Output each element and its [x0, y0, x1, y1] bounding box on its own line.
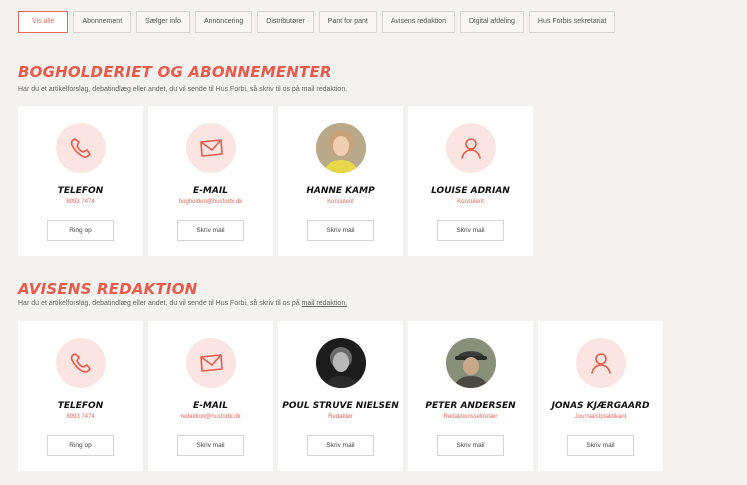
filter-avisens-redaktion[interactable]: Avisens redaktion — [381, 11, 455, 33]
section-title-bogholderiet: Bogholderiet og abonnementer — [18, 63, 332, 81]
write-mail-button[interactable]: Skriv mail — [567, 435, 634, 456]
card-email-address[interactable]: bogholderi@husforbi.dk — [179, 199, 242, 205]
contact-card-poul-struve-nielsen: Poul Struve Nielsen Redaktør Skriv mail — [278, 321, 403, 471]
contact-card-email: E-mail redaktion@husforbi.dk Skriv mail — [148, 321, 273, 471]
filter-distributoerer[interactable]: Distributører — [257, 11, 314, 33]
filter-saelger-info[interactable]: Sælger info — [136, 11, 190, 33]
filter-sekretariat[interactable]: Hus Forbis sekretariat — [528, 11, 616, 33]
card-role: Redaktør — [328, 414, 353, 420]
write-mail-button[interactable]: Skriv mail — [177, 220, 244, 241]
card-name: Poul Struve Nielsen — [282, 401, 399, 411]
filter-annoncering[interactable]: Annoncering — [194, 11, 253, 33]
write-mail-button[interactable]: Skriv mail — [437, 220, 504, 241]
section-title-avisens-redaktion: Avisens redaktion — [18, 280, 198, 298]
card-name: Jonas Kjærgaard — [551, 401, 650, 411]
avatar — [315, 123, 366, 173]
subtitle-text: Har du et artikelforslag, debatindlæg el… — [18, 300, 302, 307]
card-name: Telefon — [57, 401, 104, 411]
contact-card-jonas-kjaergaard: Jonas Kjærgaard Journalistpraktikant Skr… — [538, 321, 663, 471]
mail-icon — [185, 123, 236, 173]
card-name: E-mail — [193, 401, 228, 411]
card-role: Journalistpraktikant — [574, 414, 627, 420]
call-button[interactable]: Ring op — [47, 220, 114, 241]
section-subtitle: Har du et artikelforslag, debatindlæg el… — [18, 300, 347, 307]
card-detail: 8993 7474 — [66, 199, 95, 205]
write-mail-button[interactable]: Skriv mail — [307, 220, 374, 241]
call-button[interactable]: Ring op — [47, 435, 114, 456]
card-role: Redaktionssekretær — [443, 414, 498, 420]
section-subtitle: Har du et artikelforslag, debatindlæg el… — [18, 86, 348, 93]
avatar — [445, 338, 496, 388]
mail-redaktion-link[interactable]: mail redaktion. — [302, 300, 348, 307]
card-role: Konsulent — [327, 199, 354, 205]
card-name: Telefon — [57, 186, 104, 196]
filter-vis-alle[interactable]: Vis alle — [18, 11, 69, 33]
write-mail-button[interactable]: Skriv mail — [437, 435, 504, 456]
card-name: Peter Andersen — [425, 401, 516, 411]
card-name: Hanne Kamp — [306, 186, 375, 196]
card-role: Konsulent — [457, 199, 484, 205]
card-name: Louise Adrian — [431, 186, 510, 196]
contact-card-email: E-mail bogholderi@husforbi.dk Skriv mail — [148, 106, 273, 256]
person-icon — [575, 338, 626, 388]
card-detail: 8993 7474 — [66, 414, 95, 420]
contact-card-louise-adrian: Louise Adrian Konsulent Skriv mail — [408, 106, 533, 256]
phone-icon — [55, 338, 106, 388]
phone-icon — [55, 123, 106, 173]
contact-cards-bogholderiet: Telefon 8993 7474 Ring op E-mail boghold… — [18, 106, 533, 256]
mail-icon — [185, 338, 236, 388]
contact-card-telefon: Telefon 8993 7474 Ring op — [18, 106, 143, 256]
filter-abonnement[interactable]: Abonnement — [73, 11, 132, 33]
person-icon — [445, 123, 496, 173]
avatar — [315, 338, 366, 388]
contact-cards-redaktion: Telefon 8993 7474 Ring op E-mail redakti… — [18, 321, 663, 471]
card-email-address[interactable]: redaktion@husforbi.dk — [180, 414, 240, 420]
card-name: E-mail — [193, 186, 228, 196]
filter-pant-for-pant[interactable]: Pant for pant — [318, 11, 377, 33]
contact-card-telefon: Telefon 8993 7474 Ring op — [18, 321, 143, 471]
contact-card-peter-andersen: Peter Andersen Redaktionssekretær Skriv … — [408, 321, 533, 471]
filter-digital-afdeling[interactable]: Digital afdeling — [460, 11, 524, 33]
contact-card-hanne-kamp: Hanne Kamp Konsulent Skriv mail — [278, 106, 403, 256]
filter-bar: Vis alle Abonnement Sælger info Annoncer… — [18, 11, 616, 33]
write-mail-button[interactable]: Skriv mail — [177, 435, 244, 456]
write-mail-button[interactable]: Skriv mail — [307, 435, 374, 456]
